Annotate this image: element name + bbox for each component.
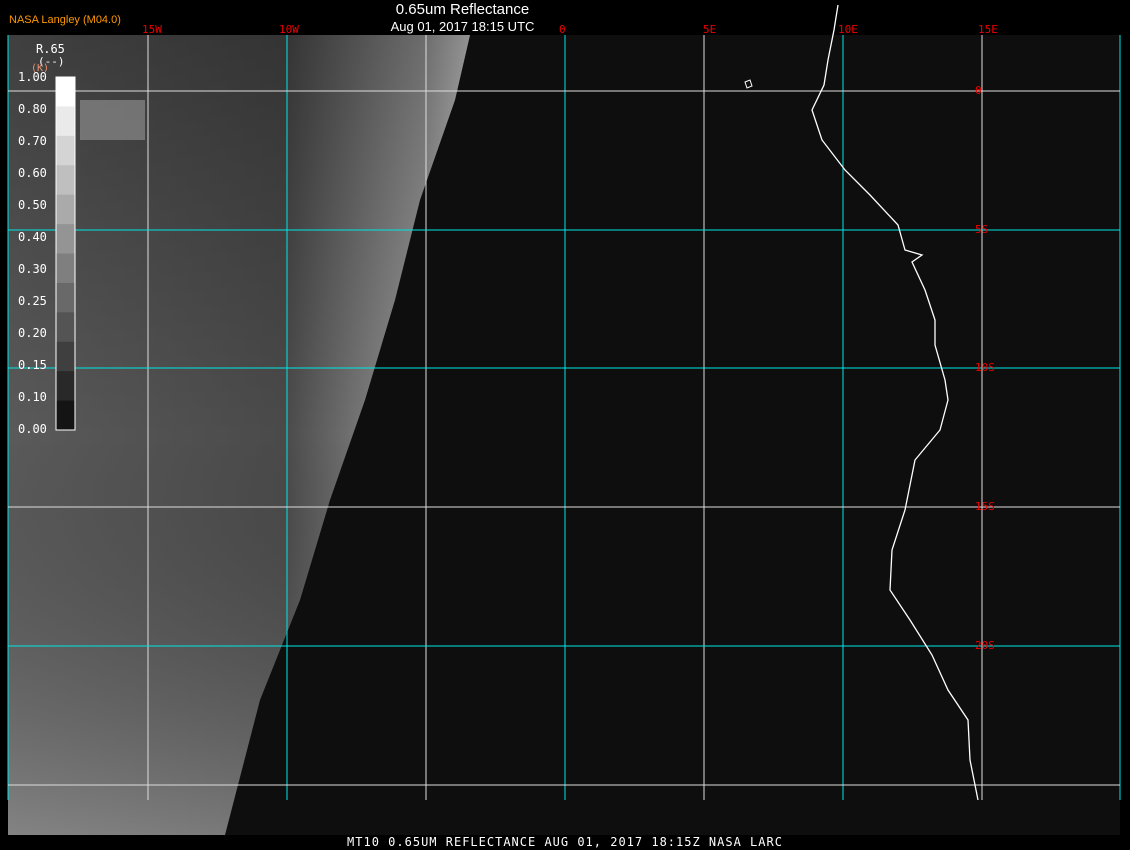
colorbar-swatch bbox=[56, 253, 75, 284]
colorbar-swatch bbox=[56, 341, 75, 372]
footer-caption: MT10 0.65UM REFLECTANCE AUG 01, 2017 18:… bbox=[347, 835, 783, 849]
colorbar-swatch bbox=[56, 282, 75, 313]
colorbar-swatch bbox=[56, 106, 75, 137]
colorbar-swatch bbox=[56, 312, 75, 343]
colorbar-swatch bbox=[56, 371, 75, 402]
colorbar-swatch bbox=[56, 194, 75, 225]
colorbar-swatch bbox=[56, 165, 75, 196]
colorbar-swatch bbox=[56, 135, 75, 166]
colorbar-swatch bbox=[56, 224, 75, 254]
colorbar-swatch bbox=[56, 77, 75, 107]
colorbar-swatch bbox=[56, 400, 75, 431]
